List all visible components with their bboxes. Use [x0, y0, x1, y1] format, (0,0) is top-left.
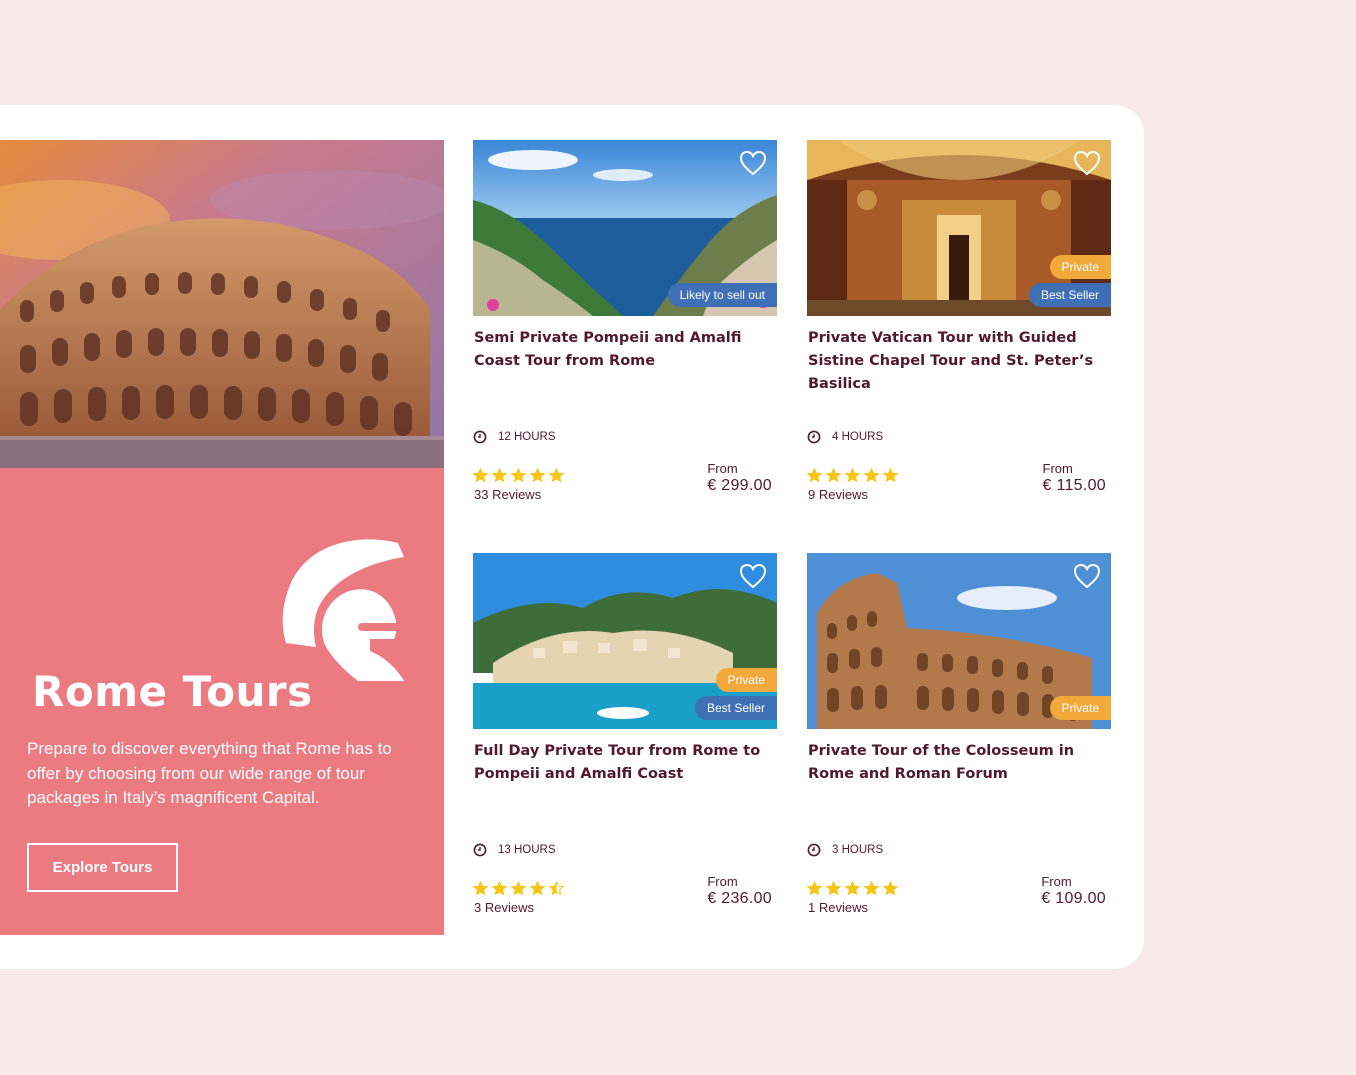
roman-helmet-icon — [282, 539, 404, 681]
tour-card-image[interactable]: Private Best Seller — [807, 140, 1111, 316]
favorite-heart-icon[interactable] — [1073, 150, 1101, 176]
price-value: € 236.00 — [707, 890, 772, 907]
price-value: € 109.00 — [1041, 890, 1106, 907]
rome-tours-hero: Rome Tours Prepare to discover everythin… — [0, 140, 444, 935]
price-block: From € 115.00 — [1043, 461, 1107, 495]
price-from-label: From — [1042, 461, 1073, 476]
tour-card[interactable]: Private Private Tour of the Colosseum in… — [807, 553, 1111, 923]
star-full-icon — [511, 468, 526, 483]
favorite-heart-icon[interactable] — [1073, 563, 1101, 589]
private-badge: Private — [1049, 255, 1111, 279]
tour-title[interactable]: Semi Private Pompeii and Amalfi Coast To… — [474, 327, 774, 373]
tour-title[interactable]: Private Tour of the Colosseum in Rome an… — [808, 740, 1108, 786]
hero-description: Prepare to discover everything that Rome… — [27, 739, 392, 807]
price-block: From € 299.00 — [707, 461, 772, 495]
star-full-icon — [864, 468, 879, 483]
private-badge: Private — [1049, 696, 1111, 720]
colosseum-hero-image — [0, 140, 444, 468]
tour-card[interactable]: Private Best Seller Private Vatican Tour… — [807, 140, 1111, 510]
rating-stars — [807, 881, 898, 896]
price-block: From € 236.00 — [707, 874, 772, 908]
star-full-icon — [473, 881, 488, 896]
price-value: € 299.00 — [707, 477, 772, 494]
star-full-icon — [845, 468, 860, 483]
tour-duration: 12 HOURS — [473, 430, 556, 444]
star-full-icon — [864, 881, 879, 896]
price-from-label: From — [707, 874, 738, 889]
star-full-icon — [826, 468, 841, 483]
rating-stars — [473, 881, 564, 896]
price-block: From € 109.00 — [1041, 874, 1106, 908]
star-full-icon — [492, 881, 507, 896]
reviews-count: 3 Reviews — [474, 900, 534, 915]
star-full-icon — [492, 468, 507, 483]
favorite-heart-icon[interactable] — [739, 150, 767, 176]
star-full-icon — [530, 881, 545, 896]
private-badge: Private — [715, 668, 777, 692]
price-from-label: From — [707, 461, 738, 476]
best-seller-badge: Best Seller — [1028, 283, 1111, 307]
tour-card[interactable]: Likely to sell out Semi Private Pompeii … — [473, 140, 777, 510]
favorite-heart-icon[interactable] — [739, 563, 767, 589]
explore-tours-button[interactable]: Explore Tours — [27, 843, 178, 892]
clock-icon — [473, 843, 487, 857]
duration-text: 3 HOURS — [832, 844, 884, 856]
star-full-icon — [883, 881, 898, 896]
clock-icon — [807, 430, 821, 444]
star-half-icon — [549, 881, 564, 896]
rating-stars — [807, 468, 898, 483]
star-full-icon — [511, 881, 526, 896]
tour-duration: 13 HOURS — [473, 843, 556, 857]
star-full-icon — [530, 468, 545, 483]
star-full-icon — [845, 881, 860, 896]
tour-card-image[interactable]: Likely to sell out — [473, 140, 777, 316]
duration-text: 4 HOURS — [832, 431, 884, 443]
star-full-icon — [549, 468, 564, 483]
rating-stars — [473, 468, 564, 483]
best-seller-badge: Best Seller — [694, 696, 777, 720]
tour-title[interactable]: Private Vatican Tour with Guided Sistine… — [808, 327, 1108, 396]
star-full-icon — [473, 468, 488, 483]
star-full-icon — [883, 468, 898, 483]
reviews-count: 33 Reviews — [474, 487, 542, 502]
tour-title[interactable]: Full Day Private Tour from Rome to Pompe… — [474, 740, 774, 786]
price-value: € 115.00 — [1042, 477, 1106, 494]
tour-card-image[interactable]: Private Best Seller — [473, 553, 777, 729]
price-from-label: From — [1041, 874, 1072, 889]
star-full-icon — [826, 881, 841, 896]
star-full-icon — [807, 468, 822, 483]
clock-icon — [807, 843, 821, 857]
likely-to-sell-out-badge: Likely to sell out — [667, 283, 777, 307]
tour-card-image[interactable]: Private — [807, 553, 1111, 729]
tour-card[interactable]: Private Best Seller Full Day Private Tou… — [473, 553, 777, 923]
reviews-count: 1 Reviews — [808, 900, 868, 915]
clock-icon — [473, 430, 487, 444]
duration-text: 13 HOURS — [498, 844, 556, 856]
duration-text: 12 HOURS — [498, 431, 556, 443]
star-full-icon — [807, 881, 822, 896]
tour-duration: 4 HOURS — [807, 430, 883, 444]
reviews-count: 9 Reviews — [808, 487, 868, 502]
tour-duration: 3 HOURS — [807, 843, 883, 857]
hero-title: Rome Tours — [32, 667, 313, 716]
